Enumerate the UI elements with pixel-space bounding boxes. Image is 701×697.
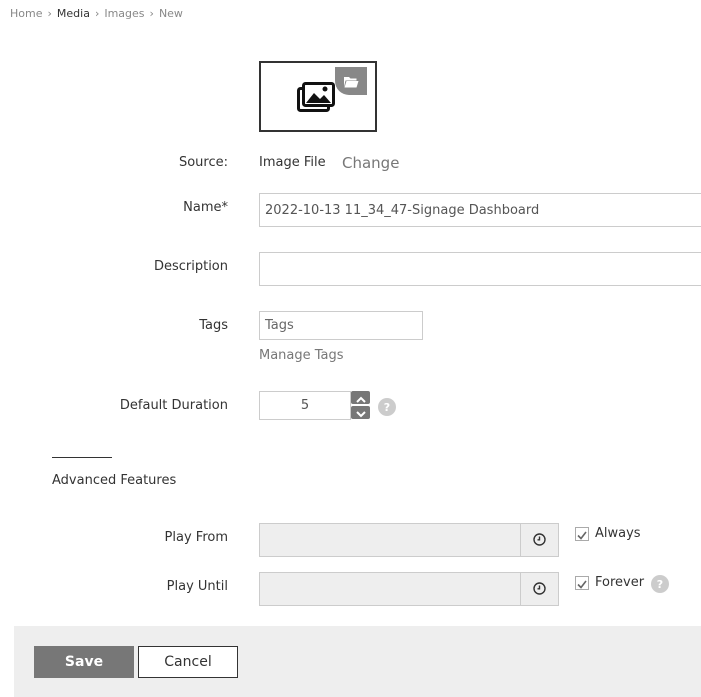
duration-help-icon[interactable]: ? bbox=[378, 398, 396, 416]
clock-icon bbox=[533, 580, 546, 599]
chevron-down-icon bbox=[355, 403, 366, 422]
source-value: Image File bbox=[259, 155, 326, 170]
checkmark-icon bbox=[577, 525, 587, 544]
section-divider bbox=[52, 457, 112, 458]
chevron-right-icon: › bbox=[149, 7, 154, 20]
save-button[interactable]: Save bbox=[34, 646, 134, 678]
play-until-clock-button[interactable] bbox=[520, 572, 559, 606]
name-input[interactable]: 2022-10-13 11_34_47-Signage Dashboard bbox=[259, 193, 701, 227]
breadcrumb-new: New bbox=[158, 7, 183, 20]
manage-tags-link[interactable]: Manage Tags bbox=[259, 348, 344, 363]
duration-input[interactable]: 5 bbox=[259, 391, 351, 420]
description-input[interactable] bbox=[259, 252, 701, 286]
folder-open-icon[interactable] bbox=[335, 67, 367, 95]
name-label: Name* bbox=[183, 200, 228, 215]
breadcrumb-images[interactable]: Images bbox=[104, 7, 144, 20]
decrement-button[interactable] bbox=[351, 406, 370, 419]
breadcrumb-media[interactable]: Media bbox=[57, 7, 90, 20]
forever-label: Forever bbox=[595, 575, 645, 590]
breadcrumb-home[interactable]: Home bbox=[10, 7, 42, 20]
play-from-clock-button[interactable] bbox=[520, 523, 559, 557]
clock-icon bbox=[533, 531, 546, 550]
chevron-right-icon: › bbox=[94, 7, 100, 20]
cancel-button[interactable]: Cancel bbox=[138, 646, 238, 678]
description-label: Description bbox=[153, 259, 228, 274]
always-label: Always bbox=[595, 526, 641, 541]
tags-label: Tags bbox=[199, 318, 228, 333]
breadcrumb: Home › Media › Images › New bbox=[10, 7, 183, 20]
duration-label: Default Duration bbox=[119, 398, 228, 413]
play-from-input[interactable] bbox=[259, 523, 521, 557]
tags-input[interactable]: Tags bbox=[259, 311, 423, 340]
checkmark-icon bbox=[577, 574, 587, 593]
play-until-input[interactable] bbox=[259, 572, 521, 606]
image-gallery-icon bbox=[297, 79, 339, 117]
always-checkbox[interactable] bbox=[575, 527, 589, 541]
chevron-right-icon: › bbox=[47, 7, 52, 20]
change-source-link[interactable]: Change bbox=[342, 154, 399, 172]
source-label: Source: bbox=[178, 155, 228, 170]
play-from-label: Play From bbox=[164, 530, 228, 545]
play-until-help-icon[interactable]: ? bbox=[651, 575, 669, 593]
advanced-features-heading: Advanced Features bbox=[52, 473, 177, 488]
image-preview[interactable] bbox=[259, 61, 377, 132]
play-until-label: Play Until bbox=[166, 579, 228, 594]
forever-checkbox[interactable] bbox=[575, 576, 589, 590]
